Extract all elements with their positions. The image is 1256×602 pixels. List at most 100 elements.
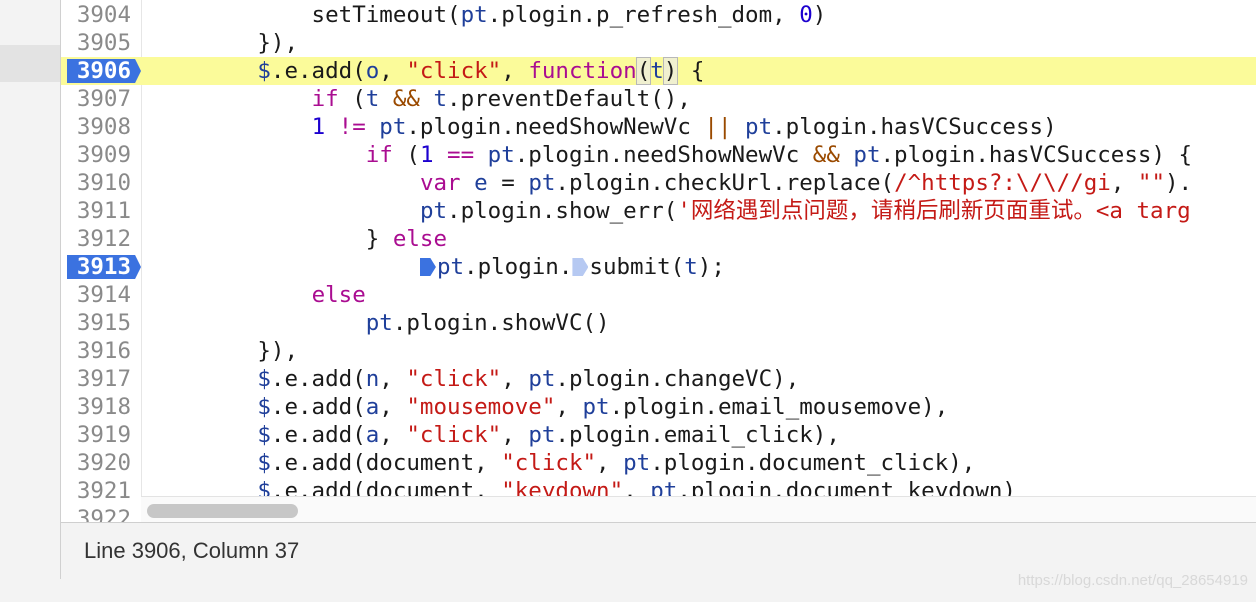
code-line[interactable]: 3904 setTimeout(pt.plogin.p_refresh_dom,… bbox=[61, 1, 1256, 29]
line-number[interactable]: 3912 bbox=[61, 225, 131, 253]
code-line[interactable]: 3913 pt.plogin. submit(t); bbox=[61, 253, 1256, 281]
code-token-obj: pt bbox=[419, 198, 448, 224]
code-token-obj: t bbox=[650, 58, 664, 84]
code-token-obj: $ bbox=[257, 450, 271, 476]
code-token: , bbox=[501, 58, 529, 84]
code-token-obj: a bbox=[365, 394, 380, 420]
horizontal-scrollbar-thumb[interactable] bbox=[147, 504, 298, 518]
line-number[interactable]: 3920 bbox=[61, 449, 131, 477]
line-number[interactable]: 3922 bbox=[61, 505, 131, 522]
line-code: 1 != pt.plogin.needShowNewVc || pt.plogi… bbox=[149, 113, 1057, 141]
inline-breakpoint-inactive-icon[interactable] bbox=[572, 258, 589, 276]
code-line[interactable]: 3916 }), bbox=[61, 337, 1256, 365]
code-token-str: "mousemove" bbox=[406, 394, 556, 420]
line-code: setTimeout(pt.plogin.p_refresh_dom, 0) bbox=[149, 1, 827, 29]
code-token-obj: pt bbox=[528, 366, 556, 392]
code-token: .plogin.showVC() bbox=[392, 310, 610, 336]
code-line[interactable]: 3911 pt.plogin.show_err('网络遇到点问题，请稍后刷新页面… bbox=[61, 197, 1256, 225]
code-line[interactable]: 3907 if (t && t.preventDefault(), bbox=[61, 85, 1256, 113]
code-token-key: else bbox=[392, 226, 448, 252]
code-line[interactable]: 3912 } else bbox=[61, 225, 1256, 253]
code-token: .plogin.hasVCSuccess) { bbox=[880, 142, 1193, 168]
line-number[interactable]: 3909 bbox=[61, 141, 131, 169]
code-token-key: function bbox=[528, 58, 637, 84]
line-number[interactable]: 3919 bbox=[61, 421, 131, 449]
code-line[interactable]: 3918 $.e.add(a, "mousemove", pt.plogin.e… bbox=[61, 393, 1256, 421]
code-line[interactable]: 3915 pt.plogin.showVC() bbox=[61, 309, 1256, 337]
line-code: else bbox=[149, 281, 366, 309]
code-token: }), bbox=[149, 338, 299, 364]
code-line[interactable]: 3910 var e = pt.plogin.checkUrl.replace(… bbox=[61, 169, 1256, 197]
code-token-obj: e bbox=[474, 170, 488, 196]
line-code: pt.plogin. submit(t); bbox=[149, 253, 725, 281]
code-line[interactable]: 3909 if (1 == pt.plogin.needShowNewVc &&… bbox=[61, 141, 1256, 169]
line-number[interactable]: 3906 bbox=[61, 57, 131, 85]
code-token: .plogin.changeVC), bbox=[555, 366, 800, 392]
line-number[interactable]: 3917 bbox=[61, 365, 131, 393]
navigator-selected-row[interactable] bbox=[0, 45, 60, 82]
code-token-obj: t bbox=[365, 86, 380, 112]
code-token: ( bbox=[338, 86, 366, 112]
code-token-obj: pt bbox=[460, 2, 488, 28]
sources-navigator-pane bbox=[0, 0, 61, 602]
code-token-obj: pt bbox=[528, 170, 556, 196]
code-token: .plogin.p_refresh_dom, bbox=[487, 2, 800, 28]
code-editor[interactable]: 3904 setTimeout(pt.plogin.p_refresh_dom,… bbox=[61, 0, 1256, 522]
code-token-key: == bbox=[447, 142, 475, 168]
line-number[interactable]: 3911 bbox=[61, 197, 131, 225]
code-line[interactable]: 3919 $.e.add(a, "click", pt.plogin.email… bbox=[61, 421, 1256, 449]
line-number[interactable]: 3921 bbox=[61, 477, 131, 505]
code-token: , bbox=[501, 422, 529, 448]
code-token-obj: pt bbox=[853, 142, 881, 168]
line-number[interactable]: 3915 bbox=[61, 309, 131, 337]
code-token-str: '网络遇到点问题，请稍后刷新页面重试。<a targ bbox=[677, 198, 1191, 224]
code-token: ); bbox=[697, 254, 725, 280]
code-token-num: 1 bbox=[311, 114, 326, 140]
code-line[interactable]: 3908 1 != pt.plogin.needShowNewVc || pt.… bbox=[61, 113, 1256, 141]
line-number[interactable]: 3904 bbox=[61, 1, 131, 29]
inline-breakpoint-active-icon[interactable] bbox=[419, 258, 436, 276]
line-code: pt.plogin.showVC() bbox=[149, 309, 610, 337]
code-token: , bbox=[379, 422, 407, 448]
line-code: $.e.add(o, "click", function(t) { bbox=[149, 57, 704, 85]
code-line[interactable]: 3905 }), bbox=[61, 29, 1256, 57]
code-token: } bbox=[149, 226, 393, 252]
code-line[interactable]: 3917 $.e.add(n, "click", pt.plogin.chang… bbox=[61, 365, 1256, 393]
matching-bracket: ) bbox=[662, 57, 679, 85]
code-line[interactable]: 3914 else bbox=[61, 281, 1256, 309]
code-line[interactable]: 3906 $.e.add(o, "click", function(t) { bbox=[61, 57, 1256, 85]
code-token-obj: t bbox=[433, 86, 448, 112]
line-number[interactable]: 3907 bbox=[61, 85, 131, 113]
code-token: { bbox=[677, 58, 705, 84]
line-number[interactable]: 3908 bbox=[61, 113, 131, 141]
code-token: .e.add( bbox=[270, 394, 366, 420]
code-token: , bbox=[379, 58, 407, 84]
line-number[interactable]: 3914 bbox=[61, 281, 131, 309]
code-token-obj: o bbox=[365, 58, 380, 84]
code-token-obj: pt bbox=[745, 114, 773, 140]
code-token-obj: $ bbox=[257, 394, 271, 420]
horizontal-scrollbar[interactable] bbox=[141, 496, 1256, 523]
code-token-key: if bbox=[365, 142, 393, 168]
line-number[interactable]: 3905 bbox=[61, 29, 131, 57]
code-token: setTimeout( bbox=[149, 2, 461, 28]
code-token: .e.add( bbox=[270, 58, 366, 84]
code-token-op: && bbox=[392, 86, 420, 112]
line-number[interactable]: 3916 bbox=[61, 337, 131, 365]
line-number[interactable]: 3910 bbox=[61, 169, 131, 197]
code-token-obj: pt bbox=[436, 254, 465, 280]
line-number[interactable]: 3913 bbox=[61, 253, 131, 281]
line-code: var e = pt.plogin.checkUrl.replace(/^htt… bbox=[149, 169, 1192, 197]
line-number[interactable]: 3918 bbox=[61, 393, 131, 421]
code-line[interactable]: 3920 $.e.add(document, "click", pt.plogi… bbox=[61, 449, 1256, 477]
